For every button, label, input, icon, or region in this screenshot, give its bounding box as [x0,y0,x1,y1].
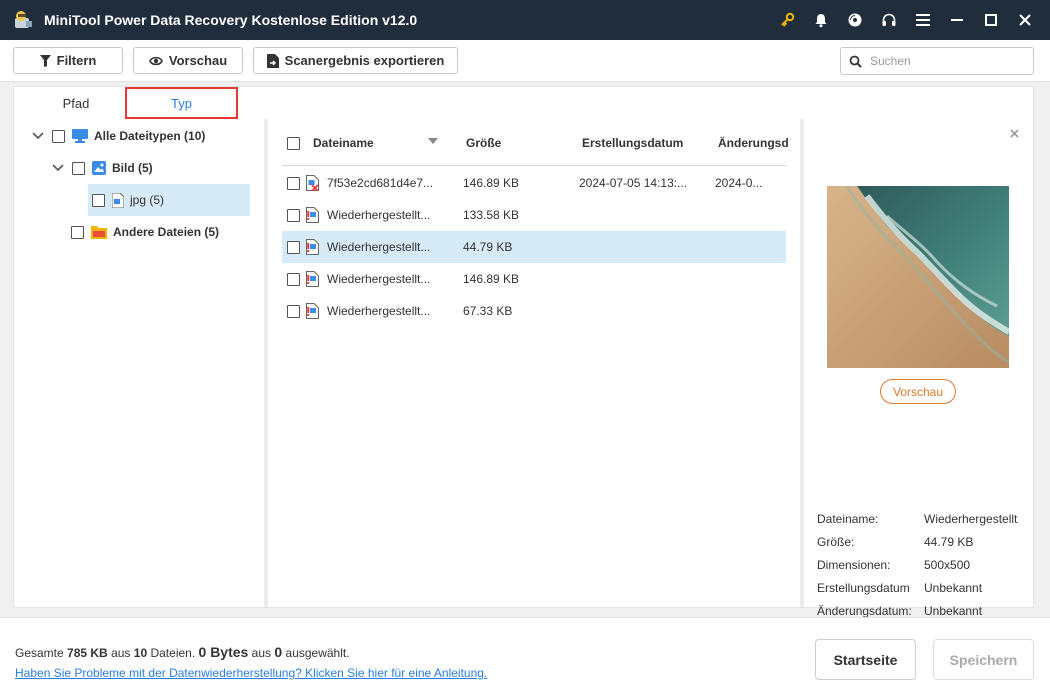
file-type-tree: Alle Dateitypen (10) Bild (5) jpg (5) An… [14,119,264,607]
key-icon[interactable] [770,0,804,40]
bell-icon[interactable] [804,0,838,40]
meta-row-name: Dateiname: Wiederhergestellt [817,512,1018,526]
title-bar: MiniTool Power Data Recovery Kostenlose … [0,0,1050,40]
cell-name: Wiederhergestellt... [327,272,431,286]
tree-item-jpg[interactable]: jpg (5) [88,184,250,216]
row-checkbox[interactable] [287,241,300,254]
column-header-name[interactable]: Dateiname [313,136,374,150]
main-panel: Pfad Typ Alle Dateitypen (10) Bild (5) j… [13,86,1034,618]
preview-toolbar-label: Vorschau [168,53,228,68]
cell-name: Wiederhergestellt... [327,304,431,318]
filter-button[interactable]: Filtern [13,47,123,74]
cell-size: 44.79 KB [463,240,513,254]
cell-name: Wiederhergestellt... [327,208,431,222]
lost-jpg-file-icon [306,239,319,258]
help-link[interactable]: Haben Sie Probleme mit der Datenwiederhe… [15,666,487,680]
preview-thumbnail [827,186,1009,368]
file-list: Dateiname Größe Erstellungsdatum Änderun… [270,119,798,607]
row-checkbox[interactable] [287,177,300,190]
preview-button[interactable]: Vorschau [880,379,956,404]
computer-icon [72,129,88,143]
folder-icon [91,225,107,239]
tree-item-all[interactable]: Alle Dateitypen (10) [32,120,262,152]
filter-icon [39,54,51,67]
column-header-size[interactable]: Größe [466,136,501,150]
maximize-icon[interactable] [974,0,1008,40]
tree-label-jpg: jpg (5) [130,193,165,207]
checkbox-image[interactable] [72,161,85,175]
lost-jpg-file-icon [306,271,319,290]
export-scan-button[interactable]: Scanergebnis exportieren [253,47,458,74]
scan-summary: Gesamte 785 KB aus 10 Dateien. 0 Bytes a… [15,644,350,660]
image-icon [92,161,106,175]
tree-label-all: Alle Dateitypen (10) [94,129,206,143]
sort-down-icon[interactable] [428,138,438,144]
tree-item-other[interactable]: Andere Dateien (5) [71,216,261,248]
cell-created: 2024-07-05 14:13:... [579,176,688,190]
close-preview-icon[interactable] [1010,127,1019,141]
row-checkbox[interactable] [287,209,300,222]
cell-name: 7f53e2cd681d4e7... [327,176,434,190]
cell-name: Wiederhergestellt... [327,240,431,254]
tree-item-image[interactable]: Bild (5) [52,152,262,184]
toolbar: Filtern Vorschau Scanergebnis exportiere… [0,40,1050,82]
tree-label-image: Bild (5) [112,161,153,175]
preview-pane: Vorschau Dateiname: Wiederhergestellt Gr… [806,119,1034,618]
table-row[interactable]: 7f53e2cd681d4e7... 146.89 KB 2024-07-05 14… [282,167,786,199]
minimize-icon[interactable] [940,0,974,40]
column-header-created[interactable]: Erstellungsdatum [582,136,683,150]
eye-icon [148,56,163,65]
column-header-modified[interactable]: Änderungsd [718,136,789,150]
meta-row-dimensions: Dimensionen: 500x500 [817,558,971,572]
cell-size: 133.58 KB [463,208,520,222]
headphones-icon[interactable] [872,0,906,40]
filter-button-label: Filtern [56,53,97,68]
tab-type[interactable]: Typ [125,87,238,119]
checkbox-other[interactable] [71,225,84,239]
tab-path[interactable]: Pfad [26,87,126,119]
table-row[interactable]: Wiederhergestellt... 146.89 KB [282,263,786,295]
table-row[interactable]: Wiederhergestellt... 44.79 KB [282,231,786,263]
preview-splitter[interactable] [800,119,804,607]
meta-row-size: Größe: 44.79 KB [817,535,974,549]
checkbox-all[interactable] [52,129,65,143]
row-checkbox[interactable] [287,273,300,286]
file-list-header: Dateiname Größe Erstellungsdatum Änderun… [282,119,789,166]
view-tabs: Pfad Typ [14,87,264,119]
meta-row-created: Erstellungsdatum Unbekannt [817,581,983,595]
disc-icon[interactable] [838,0,872,40]
close-icon[interactable] [1008,0,1042,40]
jpg-file-icon [112,192,124,208]
cell-modified: 2024-0... [715,176,763,190]
panel-splitter[interactable] [264,119,268,607]
home-button[interactable]: Startseite [815,639,916,680]
table-row[interactable]: Wiederhergestellt... 133.58 KB [282,199,786,231]
search-icon [849,55,862,68]
chevron-down-icon[interactable] [52,162,64,174]
save-button[interactable]: Speichern [933,639,1034,680]
export-scan-label: Scanergebnis exportieren [284,53,445,68]
search-input[interactable] [870,54,1020,68]
cell-size: 146.89 KB [463,272,520,286]
cell-size: 67.33 KB [463,304,513,318]
chevron-down-icon[interactable] [32,130,44,142]
search-box[interactable] [840,47,1034,75]
preview-toolbar-button[interactable]: Vorschau [133,47,243,74]
row-checkbox[interactable] [287,305,300,318]
checkbox-select-all[interactable] [287,137,300,150]
export-icon [266,53,279,68]
window-title: MiniTool Power Data Recovery Kostenlose … [44,12,418,28]
lost-jpg-file-icon [306,207,319,226]
app-logo-icon [12,9,34,31]
tree-label-other: Andere Dateien (5) [113,225,220,239]
cell-size: 146.89 KB [463,176,520,190]
table-row[interactable]: Wiederhergestellt... 67.33 KB [282,295,786,327]
deleted-jpg-file-icon [306,175,319,194]
menu-icon[interactable] [906,0,940,40]
footer: Gesamte 785 KB aus 10 Dateien. 0 Bytes a… [0,617,1050,700]
lost-jpg-file-icon [306,303,319,322]
checkbox-jpg[interactable] [92,193,105,207]
